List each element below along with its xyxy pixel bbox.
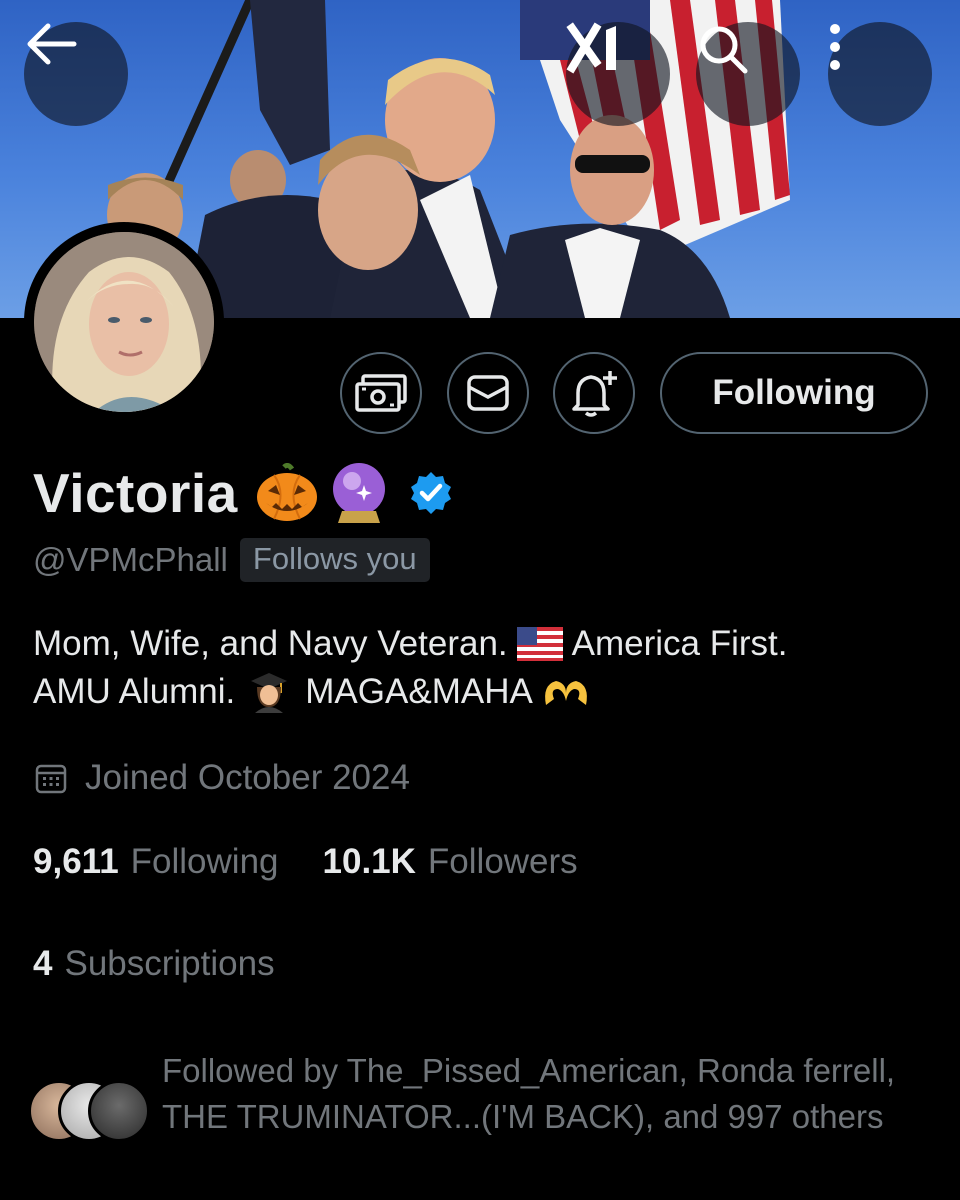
stats-row: 9,611 Following 10.1K Followers — [33, 842, 578, 882]
bio-line-2: AMU Alumni. MAGA&MAHA — [33, 668, 933, 716]
jack-o-lantern-icon — [256, 463, 317, 521]
followed-by-row[interactable]: Followed by The_Pissed_American, Ronda f… — [28, 1048, 932, 1144]
following-label: Following — [130, 842, 279, 881]
profile-name-row: Victoria — [33, 458, 454, 528]
more-vertical-icon — [830, 24, 840, 70]
avatar — [88, 1080, 150, 1142]
woman-graduate-icon — [251, 673, 288, 713]
following-stat[interactable]: 9,611 Following — [33, 842, 279, 882]
followers-you-know-avatars — [28, 1080, 152, 1144]
followers-stat[interactable]: 10.1K Followers — [323, 842, 578, 882]
us-flag-icon — [516, 627, 563, 661]
more-options-button[interactable] — [828, 22, 932, 126]
grok-logo-icon — [566, 22, 616, 74]
following-count: 9,611 — [33, 842, 119, 881]
bio-text-1b: America First. — [571, 624, 788, 663]
bio-text-2a: AMU Alumni. — [33, 672, 236, 711]
following-button[interactable]: Following — [660, 352, 928, 434]
subscriptions-count: 4 — [33, 944, 53, 983]
follows-you-badge: Follows you — [239, 538, 430, 582]
subscriptions-stat[interactable]: 4 Subscriptions — [33, 944, 275, 984]
avatar-photo — [34, 232, 214, 412]
search-button[interactable] — [696, 22, 800, 126]
subscribe-button[interactable] — [340, 352, 422, 434]
joined-row: Joined October 2024 — [35, 758, 410, 798]
search-icon — [700, 26, 748, 74]
notifications-button[interactable] — [553, 352, 635, 434]
calendar-icon — [35, 764, 67, 794]
handle-row: @VPMcPhall Follows you — [33, 538, 430, 582]
followers-label: Followers — [427, 842, 578, 881]
verified-badge-icon — [410, 472, 451, 514]
arrow-left-icon — [27, 23, 77, 65]
mail-icon — [467, 375, 509, 411]
bio-line-1: Mom, Wife, and Navy Veteran. America Fir… — [33, 620, 933, 668]
crystal-ball-icon — [332, 463, 385, 523]
bell-plus-icon — [572, 371, 617, 417]
grok-button[interactable] — [566, 22, 670, 126]
back-button[interactable] — [24, 22, 128, 126]
subscriptions-label: Subscriptions — [64, 944, 275, 983]
profile-avatar[interactable] — [24, 222, 224, 422]
followers-count: 10.1K — [322, 842, 416, 881]
name-emojis — [254, 461, 454, 525]
display-name: Victoria — [33, 462, 238, 524]
joined-date: Joined October 2024 — [85, 758, 410, 797]
message-button[interactable] — [447, 352, 529, 434]
followed-by-text: Followed by The_Pissed_American, Ronda f… — [162, 1052, 896, 1135]
bio-text-1a: Mom, Wife, and Navy Veteran. — [33, 624, 508, 663]
money-icon — [355, 374, 407, 412]
bio-text-2b: MAGA&MAHA — [305, 672, 533, 711]
profile-bio: Mom, Wife, and Navy Veteran. America Fir… — [33, 620, 933, 716]
heart-hands-icon — [544, 681, 587, 705]
handle: @VPMcPhall — [33, 541, 228, 578]
